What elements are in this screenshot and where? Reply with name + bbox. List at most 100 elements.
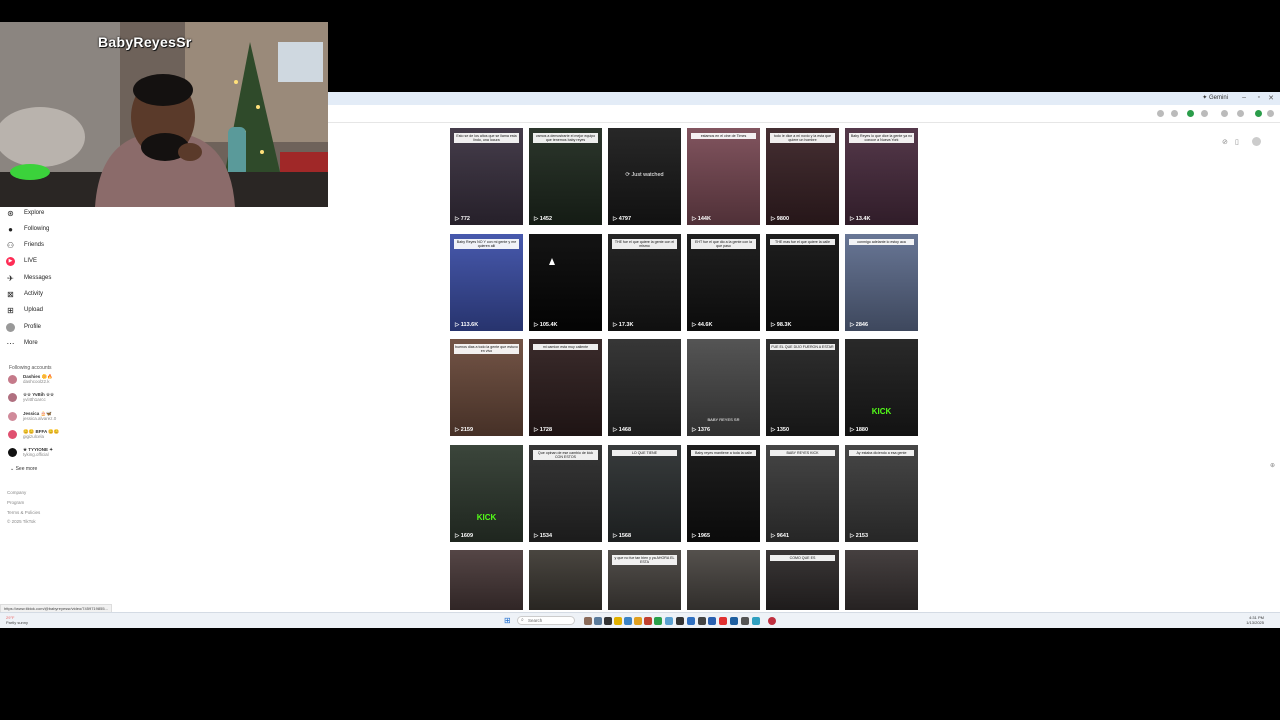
video-caption: y que no fue tan bien y ya AHORA EL ESTA <box>612 555 677 566</box>
nav-explore[interactable]: ⊛ Explore <box>6 206 44 220</box>
video-tile[interactable]: Ay estaba diciendo a esa gente ▷ 2153 <box>845 444 918 542</box>
profile-avatar-icon[interactable] <box>1255 110 1262 117</box>
taskbar-search[interactable]: ⌕ Search <box>517 616 575 625</box>
scroll-top-icon[interactable]: ⊕ <box>1270 462 1275 469</box>
footer-link[interactable]: Program <box>7 500 24 505</box>
account-item[interactable]: ★ TYYIONE ✦ tyking.official <box>8 445 53 459</box>
sidebar-panel-icon[interactable] <box>1221 110 1228 117</box>
footer-link[interactable]: Company <box>7 490 26 495</box>
app-icon[interactable] <box>665 617 673 625</box>
app-icon[interactable] <box>676 617 684 625</box>
app-icon[interactable] <box>594 617 602 625</box>
account-item[interactable]: Dashies 🌼🔥 dashcool22.k <box>8 372 53 386</box>
footer-link[interactable]: Terms & Policies <box>7 510 40 515</box>
video-tile[interactable] <box>450 550 523 610</box>
video-tile[interactable]: FUE EL QUE DIJO FUERON A ESTAR ▷ 1350 <box>766 339 839 436</box>
video-tile[interactable]: ▷ 1468 <box>608 339 681 436</box>
app-icon[interactable] <box>687 617 695 625</box>
app-icon[interactable] <box>752 617 760 625</box>
see-more-link[interactable]: ⌄ See more <box>10 466 37 472</box>
task-view-icon[interactable] <box>604 617 612 625</box>
app-icon[interactable] <box>768 617 776 625</box>
app-icon[interactable] <box>644 617 652 625</box>
streamer-name-overlay: BabyReyesSr <box>98 34 192 50</box>
kick-logo: KICK <box>476 512 497 522</box>
video-tile[interactable]: KICK ▷ 1609 <box>450 444 523 542</box>
video-tile[interactable]: EHT fue el que dio a la gente con la que… <box>687 233 760 331</box>
video-tile[interactable] <box>687 550 760 610</box>
profile-icon: · <box>6 322 15 332</box>
video-tile[interactable]: LO QUE TIENE ▷ 1568 <box>608 444 681 542</box>
video-thumbnail <box>766 233 839 331</box>
view-count: ▷ 44.6K <box>692 321 713 328</box>
send-icon[interactable]: ⊘ <box>1222 138 1228 146</box>
video-tile[interactable]: THE fue el que quiere la gente con el mi… <box>608 233 681 331</box>
account-item[interactable]: Jessica 🎂🦋 jessica.alvarez.0 <box>8 409 56 423</box>
downloads-icon[interactable] <box>1237 110 1244 117</box>
extension-icon[interactable] <box>1157 110 1164 117</box>
youtube-icon[interactable] <box>719 617 727 625</box>
file-explorer-icon[interactable] <box>614 617 622 625</box>
nav-upload[interactable]: ⊞ Upload <box>6 303 43 317</box>
view-count: ▷ 2846 <box>850 321 869 328</box>
video-tile[interactable]: estamos en el cine de Times ▷ 144K <box>687 128 760 225</box>
account-item[interactable]: 😊😊 BFFA 😊😊 gigizulcela <box>8 427 60 441</box>
video-tile[interactable] <box>845 550 918 610</box>
nav-messages[interactable]: ✈ Messages <box>6 271 51 285</box>
video-tile[interactable]: conmigo adelante lo estoy aca ▷ 2846 <box>845 233 918 331</box>
video-tile[interactable]: todo le dice a mi novio y la esta que qu… <box>766 128 839 225</box>
menu-dots-icon[interactable] <box>1267 110 1274 117</box>
nav-activity[interactable]: ⊠ Activity <box>6 287 43 301</box>
nav-following[interactable]: ● Following <box>6 222 49 236</box>
chrome-icon[interactable] <box>654 617 662 625</box>
folder-icon[interactable] <box>634 617 642 625</box>
windows-start-icon[interactable]: ⊞ <box>504 616 512 625</box>
video-thumbnail <box>687 444 760 542</box>
app-icon[interactable] <box>741 617 749 625</box>
video-caption: vamos a demostrarte el mejor equipo que … <box>533 133 598 144</box>
windows-taskbar: 29°F Partly sunny ⊞ ⌕ Search 4:31 PM 1/1… <box>0 612 1280 628</box>
video-tile[interactable]: Esto se de los altos que se llama esta l… <box>450 128 523 225</box>
refresh-icon[interactable] <box>1201 110 1208 117</box>
video-tile[interactable]: y que no fue tan bien y ya AHORA EL ESTA <box>608 550 681 610</box>
app-icon[interactable] <box>708 617 716 625</box>
video-tile[interactable]: KICK ▷ 1880 <box>845 339 918 436</box>
edge-icon[interactable] <box>624 617 632 625</box>
app-icon[interactable] <box>730 617 738 625</box>
video-tile[interactable]: Baby reyes mantiene a toda la calle ▷ 196… <box>687 444 760 542</box>
video-tile[interactable]: COMO QUE ES <box>766 550 839 610</box>
app-icon[interactable] <box>584 617 592 625</box>
video-tile[interactable]: Que opinan de ese cambio de kick CON EST… <box>529 444 602 542</box>
account-item[interactable]: ☆☆ YvBih ☆☆ yvl4th1arcc <box>8 390 54 404</box>
video-caption: EHT fue el que dio a la gente con la que… <box>691 238 756 249</box>
view-count: ▷ 9641 <box>771 532 790 539</box>
minimize-icon[interactable]: – <box>1242 94 1246 101</box>
nav-profile[interactable]: · Profile <box>6 320 41 334</box>
video-tile[interactable] <box>529 550 602 610</box>
nav-live[interactable]: ▶ LIVE <box>6 254 37 268</box>
bookmark-star-icon[interactable] <box>1171 110 1178 117</box>
video-tile[interactable]: ▷ 105.4K <box>529 233 602 331</box>
nav-friends[interactable]: ⚇ Friends <box>6 238 44 252</box>
video-tile[interactable]: BABY REYES SR ▷ 1376 <box>687 339 760 436</box>
video-tile[interactable]: mi camion esta muy caliente ▷ 1728 <box>529 339 602 436</box>
user-avatar-icon[interactable] <box>1252 137 1261 146</box>
nav-more[interactable]: ⋯ More <box>6 336 38 350</box>
video-tile[interactable]: BABY REYES KICK ▷ 9641 <box>766 444 839 542</box>
taskbar-clock[interactable]: 4:31 PM 1/13/2025 <box>1246 615 1264 625</box>
video-tile[interactable]: buenos dias a todo la gente que estuvo e… <box>450 339 523 436</box>
extension-green-icon[interactable] <box>1187 110 1194 117</box>
inbox-icon[interactable]: ▯ <box>1235 138 1239 146</box>
video-tile[interactable]: ⟳ Just watched ▷ 4797 <box>608 128 681 225</box>
video-tile[interactable]: THE mas fue el que quiere la calle ▷ 98.3… <box>766 233 839 331</box>
video-tile[interactable]: Baby Reyes NO Y con mi gente y me quiere… <box>450 233 523 331</box>
video-tile[interactable]: vamos a demostrarte el mejor equipo que … <box>529 128 602 225</box>
view-count: ▷ 1350 <box>771 427 790 433</box>
close-icon[interactable]: ✕ <box>1268 94 1274 102</box>
maximize-icon[interactable]: ▫ <box>1258 94 1260 101</box>
app-icon[interactable] <box>698 617 706 625</box>
video-caption: BABY REYES KICK <box>770 449 835 456</box>
video-tile[interactable]: Baby Reyes lo que dice la gente ya no co… <box>845 128 918 225</box>
weather-widget[interactable]: 29°F Partly sunny <box>6 615 28 625</box>
browser-tab[interactable]: ✦ Gemini <box>1202 94 1228 101</box>
